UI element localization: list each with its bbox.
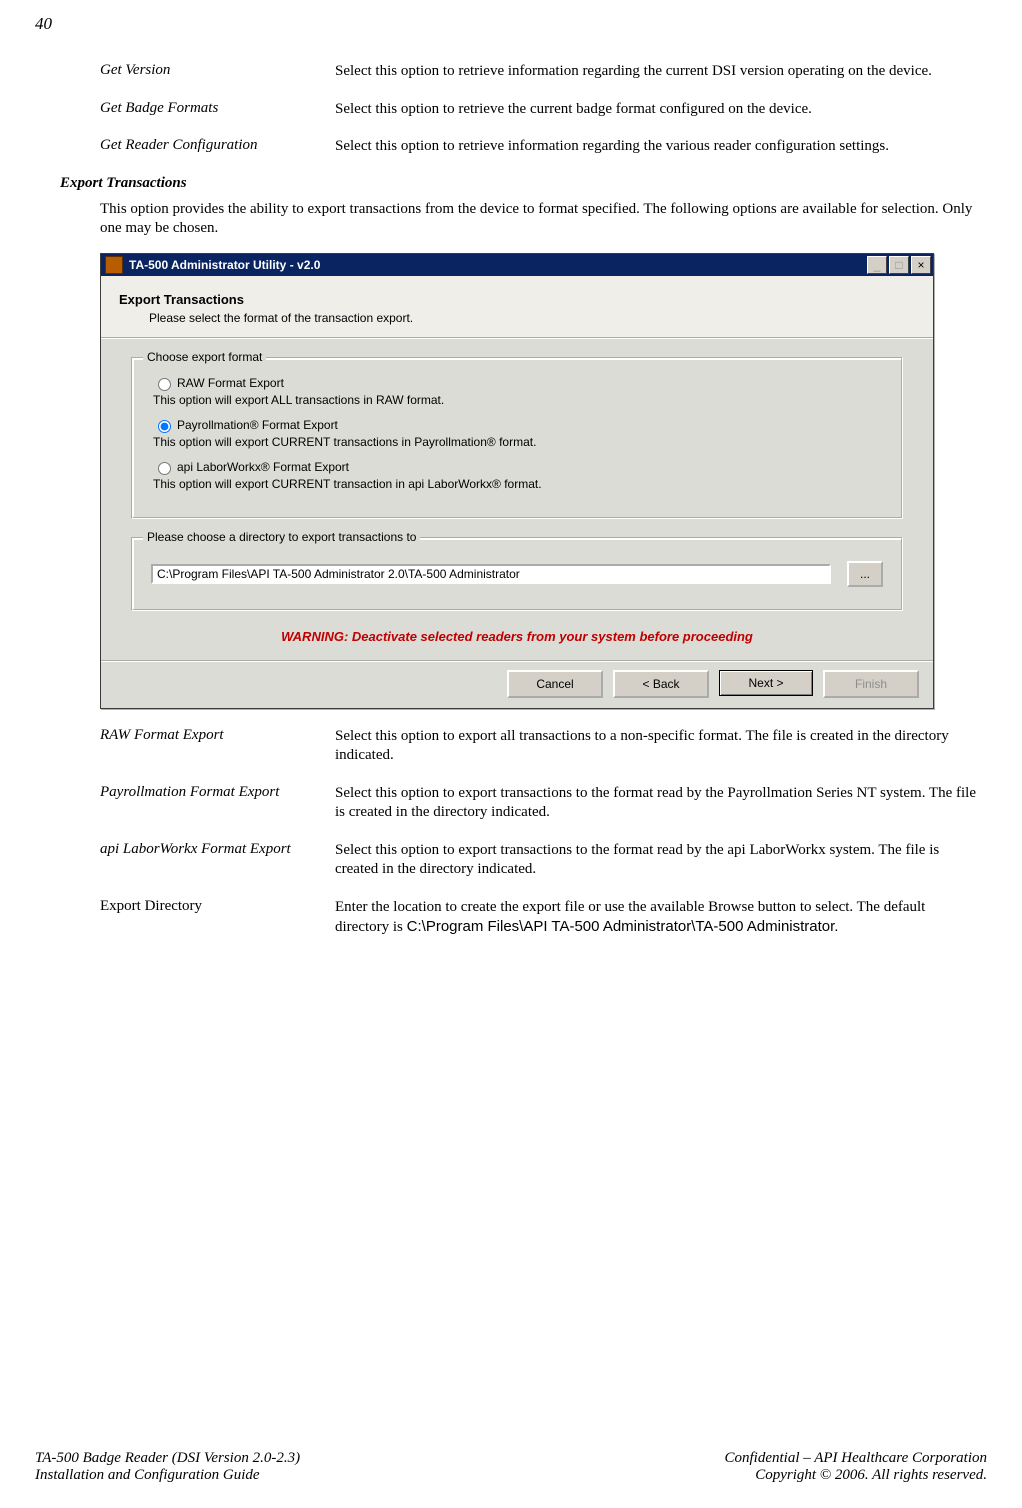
radio-desc: This option will export CURRENT transact…	[153, 477, 887, 491]
definition-row: api LaborWorkx Format Export Select this…	[100, 841, 987, 880]
definition-desc: Select this option to export all transac…	[335, 727, 987, 766]
close-button[interactable]: ×	[911, 256, 931, 274]
radio-desc: This option will export ALL transactions…	[153, 393, 887, 407]
footer-left-line1: TA-500 Badge Reader (DSI Version 2.0-2.3…	[35, 1450, 300, 1467]
back-button[interactable]: < Back	[613, 670, 709, 698]
dialog-heading: Export Transactions	[119, 292, 919, 307]
radio-label: RAW Format Export	[177, 376, 284, 390]
definition-desc-code: C:\Program Files\API TA-500 Administrato…	[407, 918, 839, 935]
app-icon	[105, 256, 123, 274]
definition-desc: Select this option to export transaction…	[335, 841, 987, 880]
definition-row: Get Badge Formats Select this option to …	[100, 100, 987, 120]
definition-term: Payrollmation Format Export	[100, 784, 335, 823]
directory-row: ...	[151, 561, 883, 587]
definition-row: Export Directory Enter the location to c…	[100, 898, 987, 938]
browse-button[interactable]: ...	[847, 561, 883, 587]
page-footer: TA-500 Badge Reader (DSI Version 2.0-2.3…	[35, 1450, 987, 1484]
definition-row: Get Reader Configuration Select this opt…	[100, 137, 987, 157]
definition-term: Get Badge Formats	[100, 100, 335, 120]
dialog-body: Export Transactions Please select the fo…	[101, 276, 933, 708]
group-export-directory: Please choose a directory to export tran…	[131, 537, 903, 611]
section-heading: Export Transactions	[60, 175, 987, 192]
group-legend: Choose export format	[143, 350, 266, 364]
cancel-button[interactable]: Cancel	[507, 670, 603, 698]
radio-input[interactable]	[158, 462, 171, 475]
footer-right-line1: Confidential – API Healthcare Corporatio…	[725, 1450, 988, 1467]
radio-laborworkx-format[interactable]: api LaborWorkx® Format Export	[153, 459, 887, 475]
radio-input[interactable]	[158, 378, 171, 391]
radio-label: Payrollmation® Format Export	[177, 418, 338, 432]
group-legend: Please choose a directory to export tran…	[143, 530, 420, 544]
definitions-bottom: RAW Format Export Select this option to …	[100, 727, 987, 938]
radio-input[interactable]	[158, 420, 171, 433]
window-controls: _ □ ×	[867, 256, 931, 274]
radio-raw-format[interactable]: RAW Format Export	[153, 375, 887, 391]
definition-desc: Select this option to export transaction…	[335, 784, 987, 823]
finish-button[interactable]: Finish	[823, 670, 919, 698]
definition-term: Get Reader Configuration	[100, 137, 335, 157]
definition-term: Export Directory	[100, 898, 335, 938]
section-intro: This option provides the ability to expo…	[100, 200, 987, 239]
definition-desc: Select this option to retrieve informati…	[335, 62, 987, 82]
footer-right: Confidential – API Healthcare Corporatio…	[725, 1450, 988, 1484]
minimize-button[interactable]: _	[867, 256, 887, 274]
definition-desc: Select this option to retrieve the curre…	[335, 100, 987, 120]
definition-row: RAW Format Export Select this option to …	[100, 727, 987, 766]
dialog-subheading: Please select the format of the transact…	[149, 311, 919, 325]
page-number: 40	[35, 14, 987, 34]
radio-desc: This option will export CURRENT transact…	[153, 435, 887, 449]
window-title: TA-500 Administrator Utility - v2.0	[127, 258, 867, 272]
definition-desc: Enter the location to create the export …	[335, 898, 987, 938]
maximize-button[interactable]: □	[889, 256, 909, 274]
definition-term: RAW Format Export	[100, 727, 335, 766]
app-window: TA-500 Administrator Utility - v2.0 _ □ …	[100, 253, 934, 709]
dialog-inner: Choose export format RAW Format Export T…	[101, 337, 933, 708]
definition-term: api LaborWorkx Format Export	[100, 841, 335, 880]
footer-right-line2: Copyright © 2006. All rights reserved.	[725, 1467, 988, 1484]
radio-payrollmation-format[interactable]: Payrollmation® Format Export	[153, 417, 887, 433]
directory-input[interactable]	[151, 564, 831, 584]
page: 40 Get Version Select this option to ret…	[0, 0, 1022, 1508]
titlebar: TA-500 Administrator Utility - v2.0 _ □ …	[101, 254, 933, 276]
warning-text: WARNING: Deactivate selected readers fro…	[123, 629, 911, 644]
definition-row: Payrollmation Format Export Select this …	[100, 784, 987, 823]
definition-desc: Select this option to retrieve informati…	[335, 137, 987, 157]
footer-left-line2: Installation and Configuration Guide	[35, 1467, 300, 1484]
group-export-format: Choose export format RAW Format Export T…	[131, 357, 903, 519]
definitions-top: Get Version Select this option to retrie…	[100, 62, 987, 157]
definition-row: Get Version Select this option to retrie…	[100, 62, 987, 82]
footer-left: TA-500 Badge Reader (DSI Version 2.0-2.3…	[35, 1450, 300, 1484]
wizard-buttons: Cancel < Back Next > Finish	[101, 660, 933, 708]
radio-label: api LaborWorkx® Format Export	[177, 460, 349, 474]
definition-term: Get Version	[100, 62, 335, 82]
next-button[interactable]: Next >	[719, 670, 813, 696]
